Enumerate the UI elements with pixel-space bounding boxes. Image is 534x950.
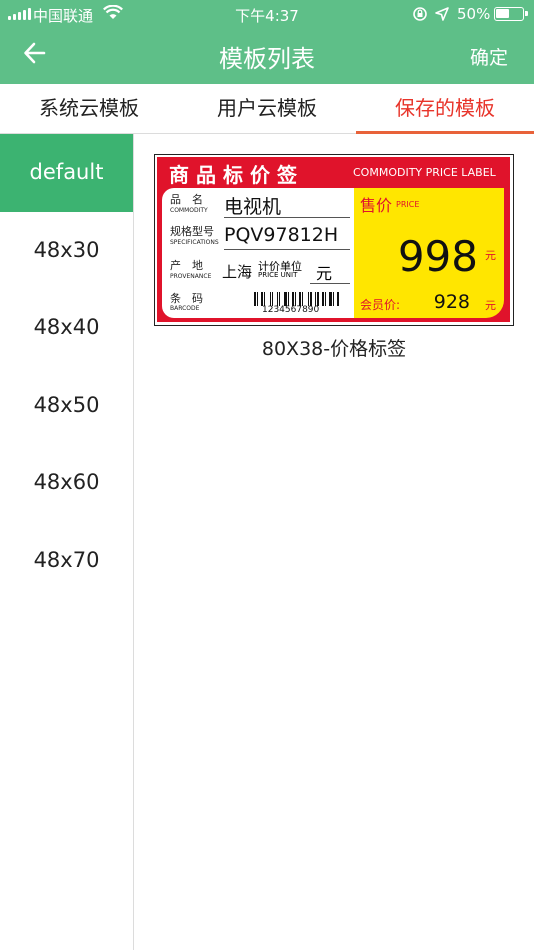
confirm-button[interactable]: 确定 (470, 43, 508, 70)
barcode-bar (257, 292, 258, 306)
size-sidebar: default 48x30 48x40 48x50 48x60 48x70 (0, 134, 134, 950)
origin-value: 上海 (222, 263, 253, 281)
barcode-icon (254, 292, 344, 306)
barcode-bar (310, 292, 312, 306)
sidebar-item-48x40[interactable]: 48x40 (0, 289, 133, 367)
origin-row: 产 地 PROVENANCE 上海 计价单位 PRICE UNIT 元 (170, 258, 350, 288)
member-price-value: 928 (433, 291, 470, 313)
barcode-bar (320, 292, 321, 306)
barcode-bar (281, 292, 283, 306)
barcode-bar (277, 292, 278, 306)
app-header: 中国联通 下午4:37 50% 模板列表 确定 (0, 0, 534, 84)
tab-user-cloud[interactable]: 用户云模板 (178, 84, 356, 134)
sidebar-item-default[interactable]: default (0, 134, 133, 212)
template-caption: 80X38-价格标签 (261, 338, 407, 360)
barcode-bar (297, 292, 298, 306)
price-value: 998 (397, 232, 478, 281)
barcode-bar (335, 292, 336, 306)
arrow-left-icon (24, 42, 46, 64)
barcode-bar (317, 292, 319, 306)
barcode-bar (288, 292, 289, 306)
label-price-panel: 售价 PRICE 998 元 会员价: 928 元 (354, 188, 504, 318)
barcode-bar (295, 292, 296, 306)
barcode-bar (259, 292, 260, 306)
sidebar-item-48x70[interactable]: 48x70 (0, 522, 133, 600)
price-label-preview: 商品标价签 COMMODITY PRICE LABEL 品 名 COMMODIT… (157, 157, 510, 322)
barcode-bar (284, 292, 287, 306)
barcode-bar (266, 292, 269, 306)
spec-row: 规格型号 SPECIFICATIONS PQV97812H (170, 224, 350, 254)
barcode-bar (270, 292, 271, 306)
location-icon (434, 6, 450, 26)
barcode-bar (308, 292, 309, 306)
name-value: 电视机 (224, 196, 282, 218)
label-info-panel: 品 名 COMMODITY 电视机 规格型号 SPECIFICATIONS PQ… (162, 188, 354, 318)
template-list: 商品标价签 COMMODITY PRICE LABEL 品 名 COMMODIT… (134, 134, 534, 950)
barcode-bar (304, 292, 307, 306)
barcode-bar (299, 292, 301, 306)
barcode-bar (272, 292, 273, 306)
barcode-bar (274, 292, 276, 306)
barcode-row: 条 码 BARCODE 1234567890 (170, 288, 350, 318)
template-preview: 商品标价签 COMMODITY PRICE LABEL 品 名 COMMODIT… (154, 154, 514, 326)
status-time: 下午4:37 (235, 7, 299, 25)
template-card[interactable]: 商品标价签 COMMODITY PRICE LABEL 品 名 COMMODIT… (154, 154, 514, 361)
barcode-bar (254, 292, 256, 306)
barcode-bar (333, 292, 334, 306)
rotation-lock-icon (412, 6, 428, 26)
battery-percent: 50% (457, 5, 491, 23)
status-bar: 中国联通 下午4:37 50% (0, 0, 534, 28)
sidebar-item-48x60[interactable]: 48x60 (0, 444, 133, 522)
battery-icon (494, 7, 528, 21)
label-title-en: COMMODITY PRICE LABEL (353, 166, 496, 179)
barcode-bar (337, 292, 339, 306)
barcode-bar (261, 292, 263, 306)
barcode-bar (315, 292, 316, 306)
barcode-bar (327, 292, 328, 306)
tab-system-cloud[interactable]: 系统云模板 (0, 84, 178, 134)
template-tabs: 系统云模板 用户云模板 保存的模板 (0, 84, 534, 134)
barcode-number: 1234567890 (262, 305, 320, 315)
sidebar-item-48x50[interactable]: 48x50 (0, 367, 133, 445)
name-row: 品 名 COMMODITY 电视机 (170, 192, 350, 222)
sidebar-item-48x30[interactable]: 48x30 (0, 212, 133, 290)
spec-value: PQV97812H (224, 224, 339, 246)
barcode-bar (302, 292, 303, 306)
barcode-bar (322, 292, 324, 306)
barcode-bar (313, 292, 314, 306)
nav-bar: 模板列表 确定 (0, 28, 534, 84)
barcode-bar (292, 292, 294, 306)
unit-value: 元 (316, 264, 333, 283)
page-title: 模板列表 (219, 45, 315, 73)
tab-saved[interactable]: 保存的模板 (356, 84, 534, 134)
barcode-bar (279, 292, 280, 306)
back-button[interactable] (22, 40, 62, 70)
barcode-bar (290, 292, 291, 306)
barcode-bar (325, 292, 326, 306)
barcode-bar (264, 292, 265, 306)
barcode-bar (329, 292, 332, 306)
label-title: 商品标价签 (169, 163, 304, 187)
